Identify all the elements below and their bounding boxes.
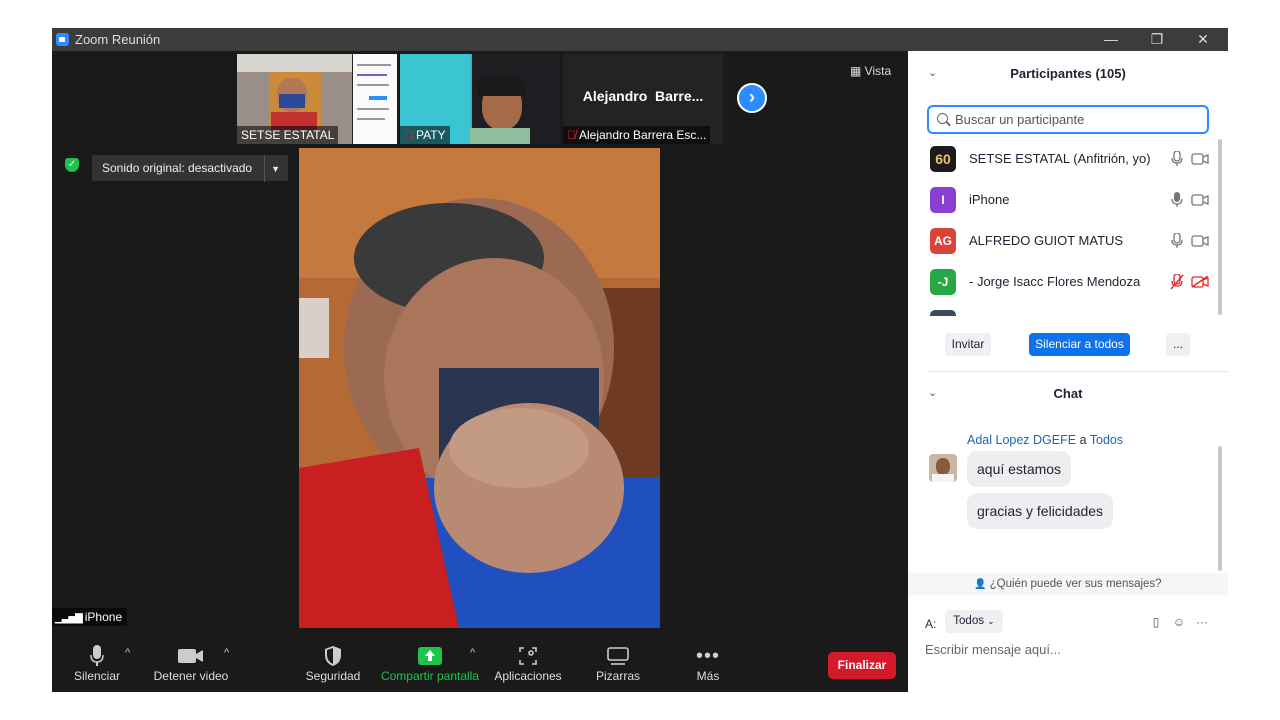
window-title: Zoom Reunión: [75, 32, 161, 47]
caret-down-icon[interactable]: ▼: [264, 156, 280, 182]
grid-icon: ▦: [850, 64, 865, 78]
whiteboards-button[interactable]: Pizarras: [592, 643, 644, 683]
end-meeting-button[interactable]: Finalizar: [828, 652, 896, 679]
participant-name: ALFREDO GUIOT MATUS: [969, 233, 1124, 248]
participant-big-name: Alejandro Barre...: [582, 88, 704, 104]
avatar: AG: [930, 228, 956, 254]
chat-message: aquí estamos: [967, 451, 1072, 487]
share-screen-icon: [378, 643, 482, 669]
file-icon[interactable]: ▯: [1149, 615, 1163, 629]
share-screen-button[interactable]: Compartir pantalla: [378, 643, 482, 683]
chat-message-input[interactable]: Escribir mensaje aquí...: [925, 642, 1061, 657]
sender-name[interactable]: Adal Lopez DGEFE: [967, 433, 1076, 447]
more-icon[interactable]: ···: [1195, 615, 1209, 629]
apps-button[interactable]: Aplicaciones: [492, 643, 564, 683]
shield-icon: [302, 643, 364, 669]
side-panel: ⌄ Participantes (105) Buscar un particip…: [908, 51, 1228, 692]
meeting-toolbar: Silenciar ^ Detener video ^ Seguridad Co…: [52, 637, 908, 692]
video-camera-icon[interactable]: [1191, 235, 1209, 247]
who-can-see-link[interactable]: 👤 ¿Quién puede ver sus mensajes?: [908, 573, 1228, 595]
divider: [928, 371, 1228, 372]
signal-bars-icon: ▁▃▅▇: [55, 613, 83, 624]
video-options-caret[interactable]: ^: [224, 647, 229, 659]
thumbnail-setse[interactable]: SETSE ESTATAL: [237, 54, 397, 144]
active-speaker-label: ▁▃▅▇ iPhone: [52, 608, 128, 626]
zoom-window: Zoom Reunión — ❐ ✕ SETSE ESTATAL 🎙̸ PATY…: [52, 28, 1228, 692]
participant-name: SETSE ESTATAL (Anfitrión, yo): [969, 151, 1151, 166]
mic-muted-icon[interactable]: [1170, 274, 1184, 290]
participant-row[interactable]: -J - Jorge Isacc Flores Mendoza: [930, 269, 1209, 295]
thumbnail-name: 🎙̸ Alejandro Barrera Esc...: [563, 126, 711, 144]
view-button[interactable]: ▦ Vista: [850, 64, 891, 78]
participant-search-input[interactable]: Buscar un participante: [927, 105, 1209, 134]
avatar: -J: [930, 269, 956, 295]
participant-row[interactable]: AG ALFREDO GUIOT MATUS: [930, 228, 1209, 254]
encryption-shield-icon[interactable]: ✓: [65, 158, 79, 172]
avatar: [929, 454, 957, 482]
collapse-chevron-icon[interactable]: ⌄: [928, 66, 937, 79]
avatar: [930, 310, 956, 316]
title-bar: Zoom Reunión — ❐ ✕: [52, 28, 1228, 51]
participant-name: - Jorge Isacc Flores Mendoza: [969, 274, 1141, 289]
more-participant-options-button[interactable]: ...: [1166, 333, 1190, 356]
microphone-icon: [72, 643, 122, 669]
more-button[interactable]: ••• Más: [688, 643, 728, 684]
thumbnail-strip: SETSE ESTATAL 🎙̸ PATY Alejandro Barre... …: [52, 51, 908, 146]
search-icon: [937, 113, 948, 124]
search-placeholder: Buscar un participante: [955, 112, 1085, 127]
participant-row[interactable]: I iPhone: [930, 187, 1209, 213]
restore-button[interactable]: ❐: [1134, 28, 1180, 51]
video-off-icon[interactable]: [1191, 276, 1209, 288]
more-icon: •••: [695, 644, 720, 667]
share-options-caret[interactable]: ^: [470, 647, 475, 659]
recipient-select[interactable]: Todos ⌄: [945, 610, 1003, 633]
stop-video-button[interactable]: Detener video: [152, 643, 230, 683]
audio-options-caret[interactable]: ^: [125, 647, 130, 659]
mic-muted-icon: 🎙̸: [404, 128, 413, 142]
microphone-icon[interactable]: [1170, 192, 1184, 208]
collapse-chevron-icon[interactable]: ⌄: [928, 386, 937, 399]
thumbnail-alejandro[interactable]: Alejandro Barre... 🎙̸ Alejandro Barrera E…: [563, 54, 723, 144]
chevron-right-icon[interactable]: ›: [737, 83, 767, 113]
apps-icon: [492, 643, 564, 669]
to-label: A:: [925, 617, 937, 631]
minimize-button[interactable]: —: [1088, 28, 1134, 51]
participant-name: iPhone: [969, 192, 1010, 207]
speaker-video-frame: [299, 148, 660, 628]
avatar: 60: [930, 146, 956, 172]
original-sound-label: Sonido original: desactivado: [102, 161, 253, 175]
participant-row[interactable]: 60 SETSE ESTATAL (Anfitrión, yo): [930, 146, 1209, 172]
chat-scrollbar[interactable]: [1218, 446, 1222, 571]
video-camera-icon: [152, 643, 230, 669]
chat-sender-line: Adal Lopez DGEFE a Todos: [967, 433, 1124, 447]
thumbnail-paty[interactable]: 🎙̸ PATY: [400, 54, 560, 144]
participants-scrollbar[interactable]: [1218, 139, 1222, 315]
participants-header: ⌄ Participantes (105): [928, 66, 1126, 81]
whiteboard-icon: [592, 643, 644, 669]
person-lock-icon: 👤: [974, 579, 990, 590]
avatar: I: [930, 187, 956, 213]
video-camera-icon[interactable]: [1191, 194, 1209, 206]
chat-header: ⌄ Chat: [928, 386, 1083, 401]
chat-message: gracias y felicidades: [967, 493, 1114, 529]
mute-button[interactable]: Silenciar: [72, 643, 122, 683]
thumbnail-name: 🎙̸ PATY: [400, 126, 450, 144]
thumbnail-name: SETSE ESTATAL: [237, 126, 339, 144]
active-speaker-video: [299, 148, 660, 628]
video-camera-icon[interactable]: [1191, 153, 1209, 165]
mute-all-button[interactable]: Silenciar a todos: [1029, 333, 1130, 356]
recipient-name[interactable]: Todos: [1090, 433, 1123, 447]
microphone-icon[interactable]: [1170, 233, 1184, 249]
chevron-down-icon: ⌄: [987, 616, 995, 626]
invite-button[interactable]: Invitar: [945, 333, 991, 356]
video-stage: SETSE ESTATAL 🎙̸ PATY Alejandro Barre... …: [52, 51, 908, 637]
mic-muted-icon: 🎙̸: [567, 128, 576, 142]
microphone-icon[interactable]: [1170, 151, 1184, 167]
zoom-logo-icon: [56, 33, 69, 46]
emoji-icon[interactable]: ☺: [1172, 615, 1186, 629]
original-sound-button[interactable]: Sonido original: desactivado ▼: [92, 155, 289, 182]
security-button[interactable]: Seguridad: [302, 643, 364, 683]
close-button[interactable]: ✕: [1180, 28, 1226, 51]
